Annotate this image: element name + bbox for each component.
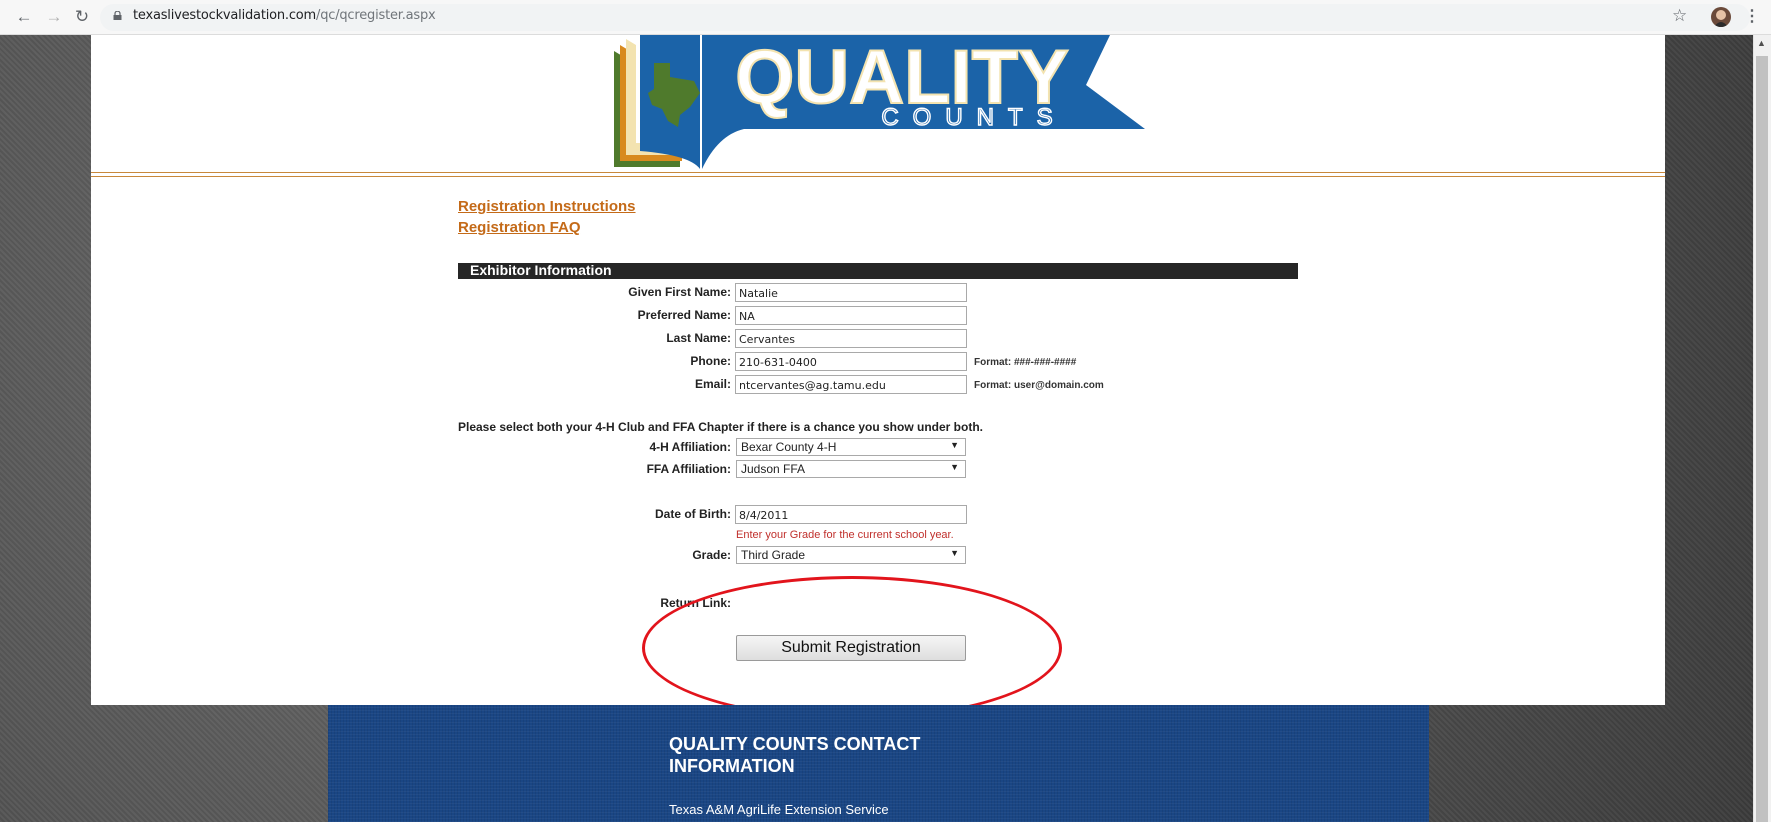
affiliation-instructions: Please select both your 4-H Club and FFA… <box>458 420 983 434</box>
bookmark-star-icon[interactable]: ☆ <box>1672 6 1687 26</box>
url-path: /qc/qcregister.aspx <box>316 8 436 23</box>
dropdown-arrow-icon: ▼ <box>950 440 959 450</box>
section-title: Exhibitor Information <box>470 262 612 278</box>
email-format-hint: Format: user@domain.com <box>974 380 1104 391</box>
phone-format-hint: Format: ###-###-#### <box>974 357 1077 368</box>
dob-label: Date of Birth: <box>655 507 731 521</box>
lock-icon <box>113 11 122 20</box>
h4-affiliation-value: Bexar County 4-H <box>741 440 837 454</box>
profile-avatar[interactable] <box>1711 7 1731 27</box>
dropdown-arrow-icon: ▼ <box>950 462 959 472</box>
menu-kebab-icon[interactable]: ⋮ <box>1744 6 1760 26</box>
header-divider-secondary <box>91 176 1665 177</box>
grade-value: Third Grade <box>741 548 806 562</box>
footer-title: QUALITY COUNTS CONTACT INFORMATION <box>669 734 921 776</box>
phone-input[interactable]: 210-631-0400 <box>735 352 967 371</box>
preferred-name-input[interactable]: NA <box>735 306 967 325</box>
ffa-affiliation-label: FFA Affiliation: <box>646 462 731 476</box>
grade-label: Grade: <box>692 548 731 562</box>
quality-counts-logo: QUALITY COUNTS <box>614 35 1145 169</box>
scroll-up-arrow-icon[interactable]: ▲ <box>1757 38 1766 48</box>
registration-faq-link[interactable]: Registration FAQ <box>458 219 581 236</box>
scrollbar-thumb[interactable] <box>1756 56 1768 822</box>
last-name-label: Last Name: <box>666 331 731 345</box>
phone-label: Phone: <box>690 354 731 368</box>
forward-arrow-icon[interactable]: → <box>44 7 64 27</box>
back-arrow-icon[interactable]: ← <box>14 7 34 27</box>
logo-counts-text: COUNTS <box>881 104 1066 131</box>
h4-affiliation-label: 4-H Affiliation: <box>649 440 731 454</box>
last-name-input[interactable]: Cervantes <box>735 329 967 348</box>
ffa-affiliation-value: Judson FFA <box>741 462 806 476</box>
given-first-name-label: Given First Name: <box>628 285 731 299</box>
email-label: Email: <box>694 377 731 391</box>
preferred-name-label: Preferred Name: <box>637 308 731 322</box>
given-first-name-input[interactable]: Natalie <box>735 283 967 302</box>
footer-org: Texas A&M AgriLife Extension Service <box>669 802 889 817</box>
email-input[interactable]: ntcervantes@ag.tamu.edu <box>735 375 967 394</box>
url-host: texaslivestockvalidation.com <box>133 8 317 23</box>
dob-input[interactable]: 8/4/2011 <box>735 505 967 524</box>
ffa-affiliation-select[interactable]: Judson FFA ▼ <box>736 460 966 478</box>
grade-instructions: Enter your Grade for the current school … <box>736 529 954 541</box>
h4-affiliation-select[interactable]: Bexar County 4-H ▼ <box>736 438 966 456</box>
url-text[interactable]: texaslivestockvalidation.com/qc/qcregist… <box>133 8 436 23</box>
registration-instructions-link[interactable]: Registration Instructions <box>458 198 636 215</box>
reload-icon[interactable]: ↻ <box>72 7 92 27</box>
highlight-annotation-oval <box>642 576 1062 720</box>
header-divider <box>91 172 1665 173</box>
grade-select[interactable]: Third Grade ▼ <box>736 546 966 564</box>
dropdown-arrow-icon: ▼ <box>950 548 959 558</box>
